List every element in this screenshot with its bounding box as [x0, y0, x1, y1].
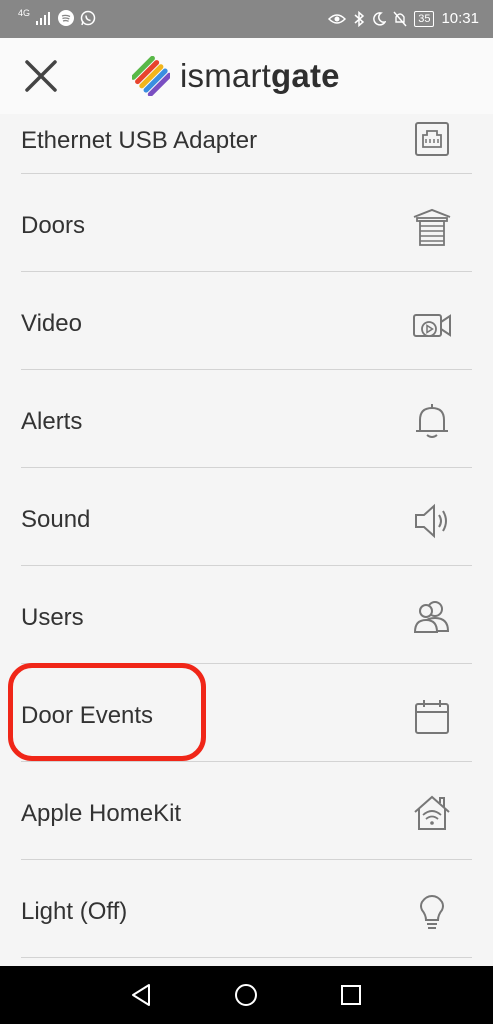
menu-item-label: Apple HomeKit — [21, 800, 182, 827]
menu-item-label: Users — [21, 604, 84, 631]
ismartgate-logo: ismartgate — [132, 56, 340, 96]
app-header: ismartgate — [0, 38, 493, 114]
eye-icon — [328, 13, 347, 24]
menu-item-label: Sound — [21, 506, 91, 533]
menu-item-door-events[interactable]: Door Events — [21, 664, 472, 762]
bell-icon — [412, 401, 452, 441]
back-triangle-icon — [132, 984, 150, 1006]
users-icon — [412, 597, 452, 637]
status-left-icons: 4G — [18, 8, 96, 26]
home-circle-icon — [235, 984, 257, 1006]
bell-muted-icon — [393, 11, 407, 26]
navigation-bar — [0, 966, 493, 1024]
menu-item-ethernet-usb-adapter[interactable]: Ethernet USB Adapter — [21, 114, 472, 174]
status-time: 10:31 — [441, 10, 479, 27]
bluetooth-icon — [354, 10, 365, 27]
status-right-icons: 35 10:31 — [328, 10, 479, 27]
speaker-icon — [412, 501, 452, 541]
video-camera-icon — [412, 305, 452, 345]
home-button[interactable] — [233, 982, 259, 1008]
logo-mark-icon — [132, 56, 170, 96]
logo-text: ismartgate — [180, 57, 340, 95]
logo-text-regular: ismart — [180, 57, 272, 94]
homekit-house-icon — [412, 793, 452, 833]
logo-text-bold: gate — [271, 57, 340, 94]
menu-item-label: Light (Off) — [21, 898, 128, 925]
recents-square-icon — [341, 985, 361, 1005]
menu-item-alerts[interactable]: Alerts — [21, 370, 472, 468]
menu-item-label: Video — [21, 310, 82, 337]
close-button[interactable] — [22, 57, 60, 95]
whatsapp-icon — [80, 10, 96, 26]
back-button[interactable] — [129, 982, 155, 1008]
menu-item-sound[interactable]: Sound — [21, 468, 472, 566]
menu-item-label: Alerts — [21, 408, 83, 435]
ethernet-port-icon — [412, 119, 452, 159]
status-bar: 4G 35 10:31 — [0, 0, 493, 38]
spotify-icon — [58, 10, 75, 26]
moon-icon — [373, 11, 387, 26]
recents-button[interactable] — [338, 982, 364, 1008]
menu-item-doors[interactable]: Doors — [21, 174, 472, 272]
menu-item-label: Door Events — [21, 702, 154, 729]
menu-item-label: Doors — [21, 212, 86, 239]
menu-item-video[interactable]: Video — [21, 272, 472, 370]
battery-indicator: 35 — [414, 10, 435, 27]
calendar-icon — [412, 697, 452, 737]
menu-item-light[interactable]: Light (Off) — [21, 860, 472, 958]
signal-icon — [36, 12, 51, 25]
menu-item-label: Ethernet USB Adapter — [21, 127, 258, 154]
garage-door-icon — [412, 207, 452, 247]
network-type: 4G — [18, 8, 31, 18]
light-bulb-icon — [412, 893, 452, 933]
menu-item-apple-homekit[interactable]: Apple HomeKit — [21, 762, 472, 860]
settings-menu: Ethernet USB Adapter Doors Video Alerts … — [0, 114, 493, 966]
menu-item-users[interactable]: Users — [21, 566, 472, 664]
close-icon — [25, 60, 57, 92]
